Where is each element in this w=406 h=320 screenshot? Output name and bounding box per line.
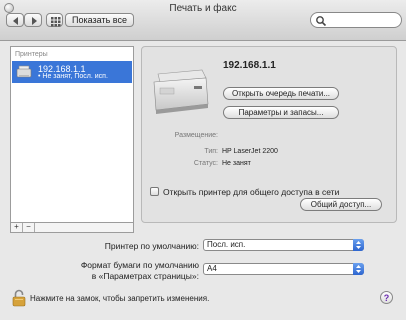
lock-text: Нажмите на замок, чтобы запретить измене… <box>30 294 210 303</box>
forward-button[interactable] <box>24 13 42 27</box>
printers-list-header: Принтеры <box>15 51 48 58</box>
show-all-button[interactable]: Показать все <box>65 13 134 27</box>
lock-icon[interactable] <box>12 289 26 307</box>
back-button[interactable] <box>6 13 24 27</box>
status-label: Статус: <box>193 160 218 167</box>
paper-size-label-line1: Формат бумаги по умолчанию <box>80 260 199 270</box>
type-label: Тип: <box>204 148 218 155</box>
printer-name: 192.168.1.1 <box>223 60 276 71</box>
printer-icon <box>16 65 32 78</box>
paper-size-value: A4 <box>207 264 217 273</box>
options-and-supplies-button[interactable]: Параметры и запасы... <box>223 106 339 119</box>
add-printer-button[interactable]: + <box>11 223 23 232</box>
default-printer-select[interactable]: Посл. исп. <box>203 239 364 251</box>
paper-size-select[interactable]: A4 <box>203 263 364 275</box>
share-printer-label: Открыть принтер для общего доступа в сет… <box>163 187 340 197</box>
type-value: HP LaserJet 2200 <box>222 148 278 155</box>
default-printer-label: Принтер по умолчанию: <box>104 241 199 251</box>
window-titlebar: Печать и факс Показать все <box>0 0 406 41</box>
printer-list-item-status: • Не занят, Посл. исп. <box>38 73 108 80</box>
open-print-queue-button[interactable]: Открыть очередь печати... <box>223 87 339 100</box>
grid-view-button[interactable] <box>46 13 63 27</box>
forward-arrow-icon <box>32 17 37 25</box>
printer-list-item[interactable]: 192.168.1.1 • Не занят, Посл. исп. <box>12 61 132 83</box>
help-icon: ? <box>383 293 390 303</box>
list-controls: + − <box>10 223 134 233</box>
popup-arrows-icon <box>353 263 364 275</box>
search-icon <box>316 16 327 27</box>
grid-icon <box>51 17 61 27</box>
share-printer-checkbox[interactable] <box>150 187 159 196</box>
back-arrow-icon <box>13 17 18 25</box>
remove-printer-button[interactable]: − <box>23 223 35 232</box>
printers-list: Принтеры 192.168.1.1 • Не занят, Посл. и… <box>10 46 134 223</box>
status-value: Не занят <box>222 160 251 167</box>
search-field[interactable] <box>310 12 402 28</box>
default-printer-value: Посл. исп. <box>207 240 246 249</box>
sharing-button[interactable]: Общий доступ... <box>300 198 382 211</box>
popup-arrows-icon <box>353 239 364 251</box>
help-button[interactable]: ? <box>380 291 393 304</box>
printer-icon <box>153 69 209 114</box>
location-label: Размещение: <box>174 132 218 139</box>
paper-size-label-line2: в «Параметрах страницы»: <box>91 271 199 281</box>
